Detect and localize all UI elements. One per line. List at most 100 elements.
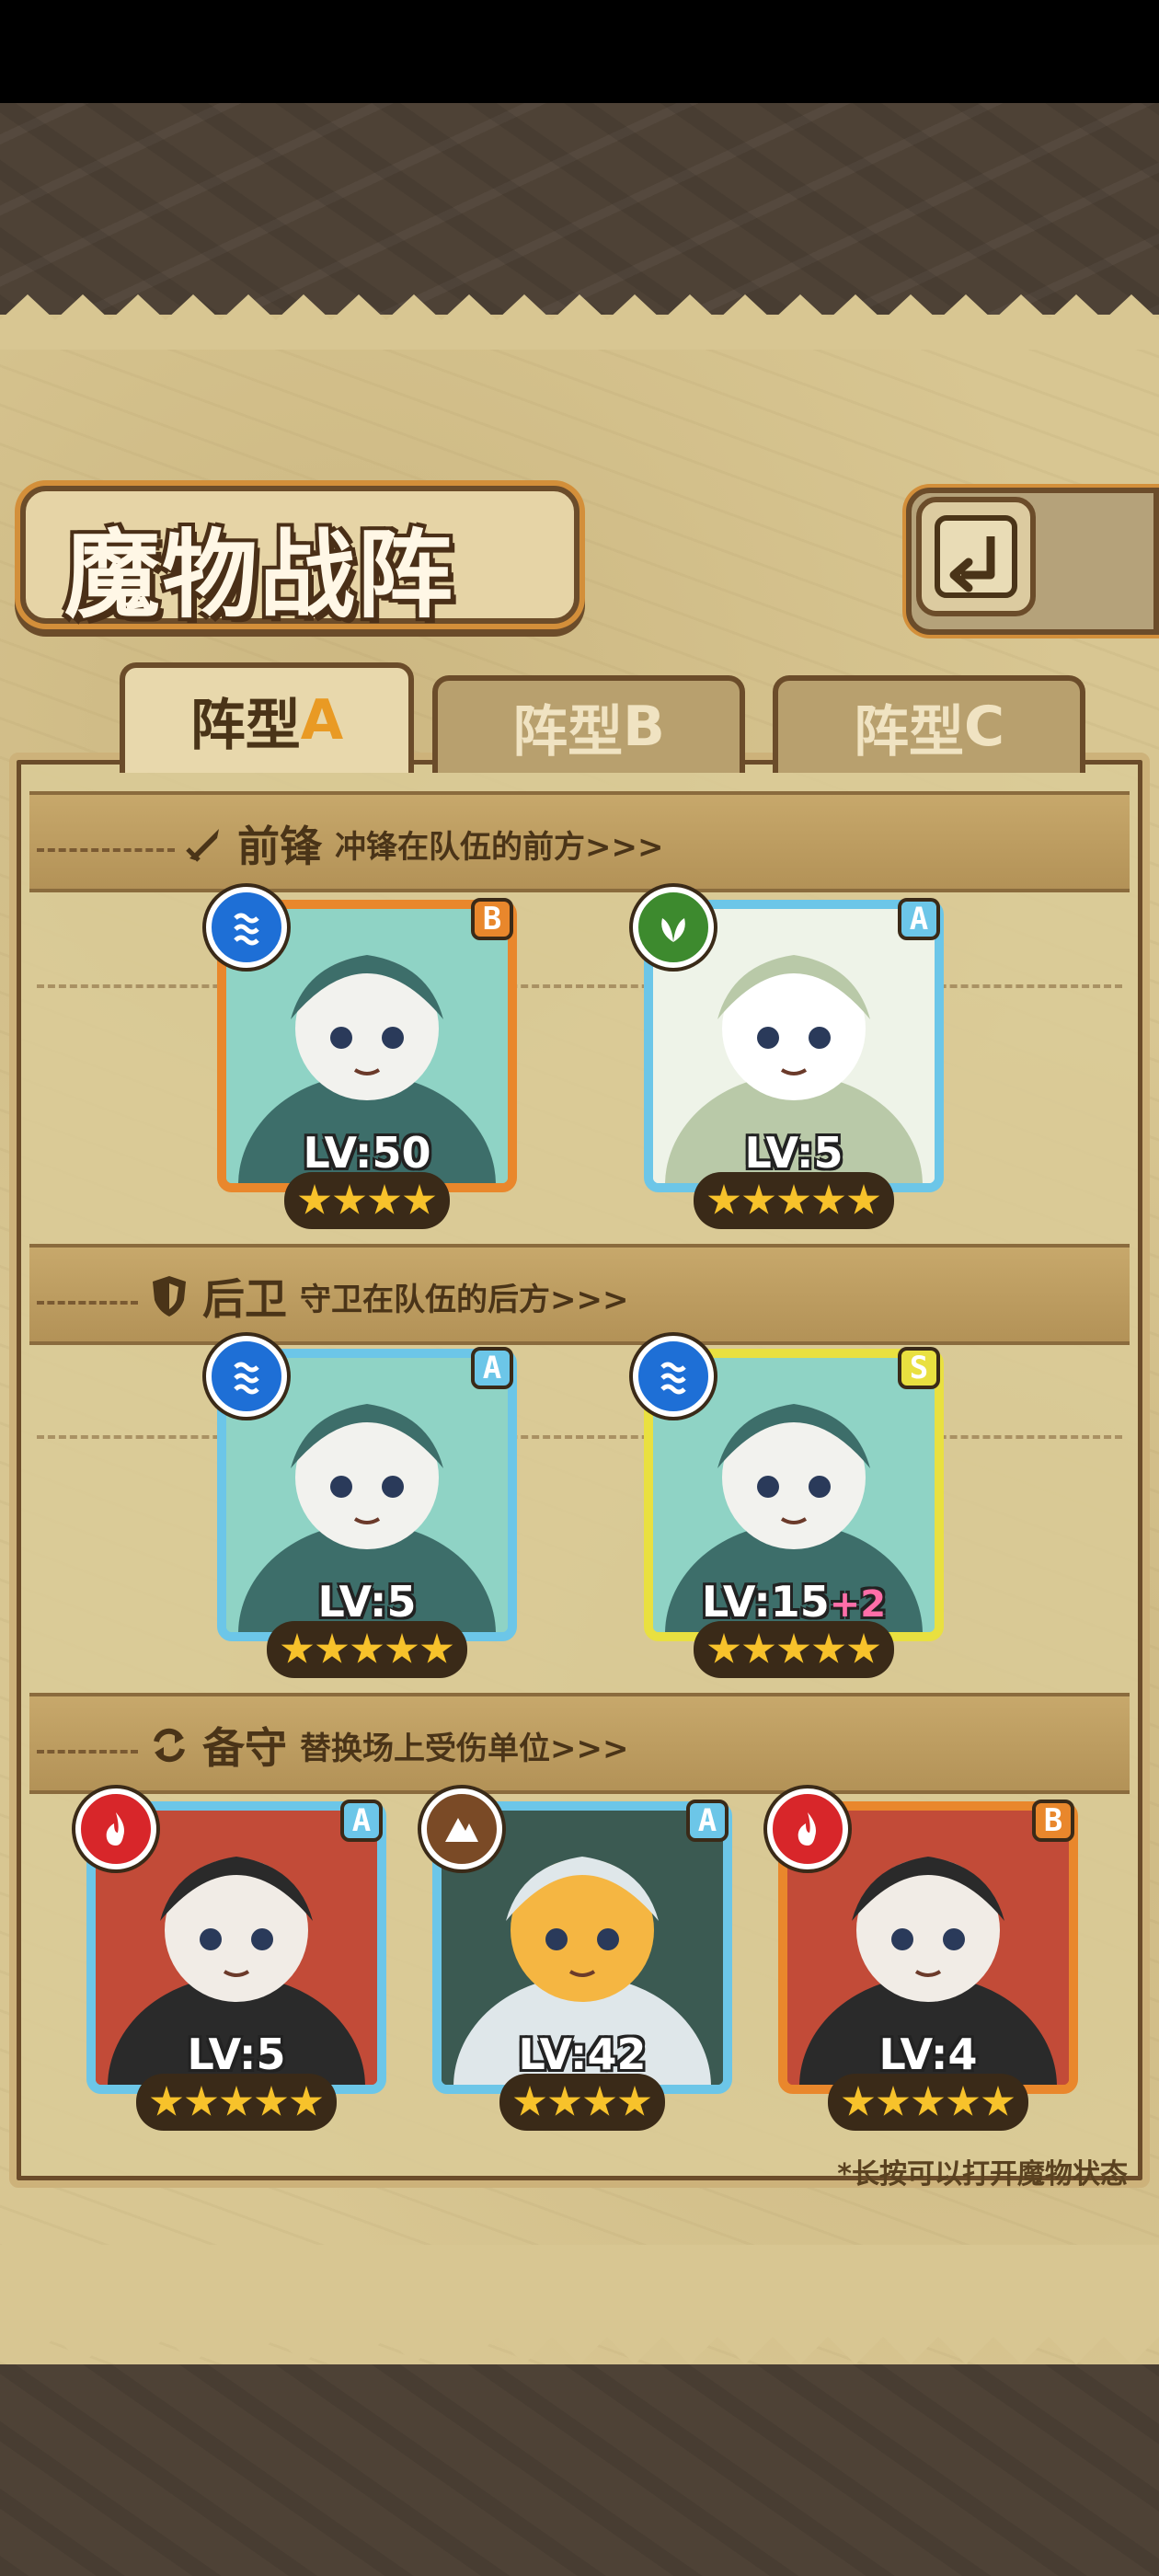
unit-level: LV:42	[442, 2030, 723, 2079]
tab-letter: B	[623, 695, 665, 759]
star-icon	[812, 1633, 845, 1663]
unit-card[interactable]: LV:4 B	[767, 1788, 1078, 2131]
divider	[37, 1750, 138, 1754]
star-icon	[583, 2086, 616, 2116]
star-icon	[513, 2086, 546, 2116]
section-header-rearguard: 后卫 守卫在队伍的后方>>>	[149, 1266, 628, 1327]
background-map-top	[0, 103, 1159, 315]
star-icon	[420, 1633, 453, 1663]
star-icon	[877, 2086, 910, 2116]
tab-label: 阵型	[853, 699, 964, 765]
tab-label: 阵型	[189, 693, 301, 758]
divider	[37, 1301, 138, 1305]
star-icon	[847, 1184, 880, 1214]
level-text: LV:42	[518, 2030, 647, 2079]
section-header-reserve: 备守 替换场上受伤单位>>>	[149, 1715, 628, 1776]
background-map-bottom	[0, 2364, 1159, 2576]
section-header-vanguard: 前锋 冲锋在队伍的前方>>>	[184, 813, 663, 874]
star-icon	[333, 1184, 366, 1214]
rarity-badge: A	[471, 1347, 513, 1389]
parchment-bottom-edge	[0, 2245, 1159, 2364]
water-element-icon	[633, 1336, 714, 1417]
star-rating	[136, 2074, 337, 2131]
parchment-top-edge	[0, 294, 1159, 350]
tab-formation-c[interactable]: 阵型 C	[773, 675, 1085, 773]
star-icon	[777, 1184, 810, 1214]
star-icon	[185, 2086, 218, 2116]
unit-card[interactable]: LV:50 B	[206, 887, 517, 1229]
star-icon	[220, 2086, 253, 2116]
rarity-badge: A	[686, 1800, 729, 1842]
star-icon	[847, 1633, 880, 1663]
star-icon	[707, 1633, 740, 1663]
star-rating	[267, 1621, 467, 1678]
star-rating	[694, 1621, 894, 1678]
unit-card[interactable]: LV:42 A	[421, 1788, 732, 2131]
star-icon	[298, 1184, 331, 1214]
page-title: 魔物战阵	[64, 518, 455, 631]
star-icon	[255, 2086, 288, 2116]
divider	[37, 1435, 1122, 1439]
tab-letter: C	[963, 695, 1005, 759]
star-icon	[912, 2086, 945, 2116]
unit-level: LV:5	[96, 2030, 377, 2079]
unit-card[interactable]: LV:5 A	[633, 887, 944, 1229]
shield-icon	[153, 1276, 186, 1317]
status-bar	[0, 0, 1159, 103]
star-icon	[812, 1184, 845, 1214]
rarity-badge: B	[471, 898, 513, 940]
unit-level: LV:50	[226, 1128, 508, 1178]
divider	[37, 984, 1122, 988]
star-icon	[316, 1633, 349, 1663]
rarity-badge: B	[1032, 1800, 1074, 1842]
star-rating	[499, 2074, 665, 2131]
divider	[37, 848, 175, 852]
star-icon	[350, 1633, 384, 1663]
water-element-icon	[206, 1336, 287, 1417]
water-element-icon	[206, 887, 287, 968]
tab-label: 阵型	[512, 699, 624, 765]
rarity-badge: S	[898, 1347, 940, 1389]
star-rating	[694, 1172, 894, 1229]
level-bonus: +2	[829, 1583, 887, 1626]
rarity-badge: A	[340, 1800, 383, 1842]
back-button[interactable]	[916, 497, 1036, 616]
tab-formation-a[interactable]: 阵型 A	[120, 662, 414, 773]
tab-letter: A	[300, 688, 344, 753]
star-icon	[403, 1184, 436, 1214]
star-icon	[385, 1633, 419, 1663]
tab-formation-b[interactable]: 阵型 B	[432, 675, 745, 773]
star-icon	[368, 1184, 401, 1214]
level-text: LV:5	[187, 2030, 286, 2079]
unit-card[interactable]: LV:15+2 S	[633, 1336, 944, 1678]
section-title: 前锋	[237, 822, 322, 871]
star-icon	[618, 2086, 651, 2116]
star-icon	[981, 2086, 1015, 2116]
unit-level: LV:15+2	[653, 1577, 935, 1627]
unit-level: LV:5	[653, 1128, 935, 1178]
star-icon	[707, 1184, 740, 1214]
level-text: LV:5	[317, 1577, 417, 1627]
unit-card[interactable]: LV:5 A	[75, 1788, 386, 2131]
section-subtitle: 冲锋在队伍的前方>>>	[335, 828, 664, 866]
star-icon	[742, 1633, 775, 1663]
level-text: LV:5	[744, 1128, 843, 1178]
star-icon	[150, 2086, 183, 2116]
swap-icon	[154, 1728, 185, 1763]
earth-element-icon	[421, 1788, 502, 1869]
nature-element-icon	[633, 887, 714, 968]
section-title: 后卫	[202, 1274, 287, 1324]
level-text: LV:50	[303, 1128, 431, 1178]
star-icon	[947, 2086, 980, 2116]
star-icon	[548, 2086, 581, 2116]
star-icon	[777, 1633, 810, 1663]
long-press-hint: *长按可以打开魔物状态	[837, 2158, 1128, 2191]
level-text: LV:15	[701, 1577, 830, 1627]
star-icon	[281, 1633, 314, 1663]
star-icon	[842, 2086, 875, 2116]
section-subtitle: 守卫在队伍的后方>>>	[300, 1281, 629, 1318]
unit-card[interactable]: LV:5 A	[206, 1336, 517, 1678]
star-icon	[742, 1184, 775, 1214]
unit-level: LV:5	[226, 1577, 508, 1627]
fire-element-icon	[75, 1788, 156, 1869]
